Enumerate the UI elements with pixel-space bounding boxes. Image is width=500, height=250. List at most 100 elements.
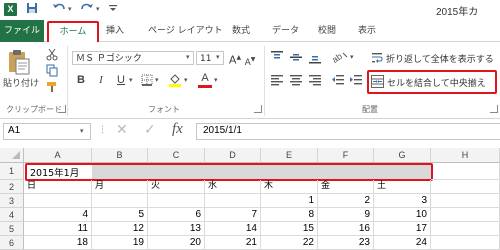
cell-b2[interactable]: 月 bbox=[92, 180, 148, 194]
row-header-2[interactable]: 2 bbox=[0, 180, 24, 194]
paste-button-label[interactable]: 貼り付け bbox=[3, 76, 39, 89]
customize-toolbar-icon[interactable] bbox=[108, 2, 118, 16]
name-box[interactable]: A1 ▾ bbox=[3, 123, 91, 140]
row-header-6[interactable]: 6 bbox=[0, 236, 24, 250]
redo-dropdown-icon[interactable]: ▾ bbox=[96, 2, 100, 16]
cell-c6[interactable]: 20 bbox=[148, 236, 205, 250]
bottom-align-icon[interactable] bbox=[308, 50, 322, 64]
row-header-3[interactable]: 3 bbox=[0, 194, 24, 208]
cell-c3[interactable] bbox=[148, 194, 205, 208]
cell-h4[interactable] bbox=[431, 208, 500, 222]
cell-b4[interactable]: 5 bbox=[92, 208, 148, 222]
increase-font-size-icon[interactable]: A▲ bbox=[228, 51, 242, 68]
italic-button[interactable]: I bbox=[94, 73, 108, 87]
cell-a5[interactable]: 11 bbox=[24, 222, 92, 236]
undo-dropdown-icon[interactable]: ▾ bbox=[68, 2, 72, 16]
cell-a4[interactable]: 4 bbox=[24, 208, 92, 222]
column-header-c[interactable]: C bbox=[148, 148, 205, 163]
column-header-b[interactable]: B bbox=[92, 148, 148, 163]
cell-d3[interactable] bbox=[205, 194, 261, 208]
cell-g3[interactable]: 3 bbox=[374, 194, 431, 208]
cancel-entry-icon[interactable]: ✕ bbox=[116, 122, 128, 138]
orientation-dropdown-icon[interactable]: ▾ bbox=[350, 53, 354, 61]
borders-dropdown-icon[interactable]: ▾ bbox=[155, 76, 159, 84]
cell-g2[interactable]: 土 bbox=[374, 180, 431, 194]
font-color-dropdown-icon[interactable]: ▾ bbox=[214, 76, 218, 84]
cell-h2[interactable] bbox=[431, 180, 500, 194]
cell-d5[interactable]: 14 bbox=[205, 222, 261, 236]
tab-home[interactable]: ホーム bbox=[47, 21, 99, 44]
top-align-icon[interactable] bbox=[270, 50, 284, 64]
font-color-icon[interactable]: A bbox=[198, 71, 212, 85]
paste-icon[interactable] bbox=[4, 48, 32, 76]
name-box-dropdown-icon[interactable]: ▾ bbox=[80, 127, 84, 135]
fill-color-icon[interactable] bbox=[168, 73, 182, 87]
cell-e3[interactable]: 1 bbox=[261, 194, 318, 208]
font-size-dropdown-icon[interactable]: ▾ bbox=[216, 53, 220, 61]
column-header-d[interactable]: D bbox=[205, 148, 261, 163]
borders-icon[interactable] bbox=[141, 74, 153, 86]
cell-b3[interactable] bbox=[92, 194, 148, 208]
column-header-f[interactable]: F bbox=[318, 148, 374, 163]
cell-c5[interactable]: 13 bbox=[148, 222, 205, 236]
cell-f5[interactable]: 16 bbox=[318, 222, 374, 236]
cell-a6[interactable]: 18 bbox=[24, 236, 92, 250]
tab-file[interactable]: ファイル bbox=[0, 20, 44, 42]
tab-page-layout[interactable]: ページ レイアウト bbox=[148, 24, 223, 38]
cell-f3[interactable]: 2 bbox=[318, 194, 374, 208]
tab-review[interactable]: 校閲 bbox=[318, 24, 336, 38]
row-header-1[interactable]: 1 bbox=[0, 163, 24, 180]
clipboard-launcher-icon[interactable] bbox=[58, 105, 66, 113]
tab-insert[interactable]: 挿入 bbox=[106, 24, 124, 38]
underline-button[interactable]: U bbox=[114, 73, 128, 87]
format-painter-icon[interactable] bbox=[45, 80, 59, 94]
cell-e2[interactable]: 木 bbox=[261, 180, 318, 194]
align-center-icon[interactable] bbox=[289, 73, 303, 87]
underline-dropdown-icon[interactable]: ▾ bbox=[129, 76, 133, 84]
merge-center-icon[interactable] bbox=[371, 75, 384, 88]
wrap-text-icon[interactable] bbox=[371, 51, 383, 65]
cut-icon[interactable] bbox=[45, 47, 59, 61]
cell-e6[interactable]: 22 bbox=[261, 236, 318, 250]
cell-f6[interactable]: 23 bbox=[318, 236, 374, 250]
cell-a3[interactable] bbox=[24, 194, 92, 208]
cell-h1[interactable] bbox=[431, 163, 500, 180]
row-header-4[interactable]: 4 bbox=[0, 208, 24, 222]
copy-icon[interactable] bbox=[45, 63, 59, 77]
formula-input[interactable]: 2015/1/1 bbox=[196, 123, 500, 140]
undo-icon[interactable] bbox=[52, 2, 66, 16]
font-name-dropdown-icon[interactable]: ▾ bbox=[186, 53, 190, 61]
orientation-icon[interactable]: ab bbox=[330, 50, 349, 65]
save-icon[interactable] bbox=[26, 2, 38, 16]
cell-c2[interactable]: 火 bbox=[148, 180, 205, 194]
cell-a2[interactable]: 日 bbox=[24, 180, 92, 194]
merge-center-button[interactable]: セルを結合して中央揃え bbox=[387, 76, 486, 89]
tab-data[interactable]: データ bbox=[272, 24, 299, 38]
column-header-a[interactable]: A bbox=[24, 148, 92, 163]
fill-color-dropdown-icon[interactable]: ▾ bbox=[184, 76, 188, 84]
cell-h6[interactable] bbox=[431, 236, 500, 250]
row-header-5[interactable]: 5 bbox=[0, 222, 24, 236]
cell-c4[interactable]: 6 bbox=[148, 208, 205, 222]
increase-indent-icon[interactable] bbox=[349, 73, 363, 87]
decrease-font-size-icon[interactable]: A▼ bbox=[244, 53, 256, 70]
middle-align-icon[interactable] bbox=[289, 50, 303, 64]
cell-g5[interactable]: 17 bbox=[374, 222, 431, 236]
cell-e5[interactable]: 15 bbox=[261, 222, 318, 236]
cell-b6[interactable]: 19 bbox=[92, 236, 148, 250]
font-launcher-icon[interactable] bbox=[254, 105, 262, 113]
cell-h5[interactable] bbox=[431, 222, 500, 236]
insert-function-icon[interactable]: fx bbox=[172, 121, 183, 138]
select-all-corner[interactable] bbox=[0, 148, 24, 163]
align-left-icon[interactable] bbox=[270, 73, 284, 87]
wrap-text-button[interactable]: 折り返して全体を表示する bbox=[386, 52, 494, 65]
cell-d6[interactable]: 21 bbox=[205, 236, 261, 250]
tab-formulas[interactable]: 数式 bbox=[232, 24, 250, 38]
cell-g6[interactable]: 24 bbox=[374, 236, 431, 250]
cell-b5[interactable]: 12 bbox=[92, 222, 148, 236]
cell-h3[interactable] bbox=[431, 194, 500, 208]
bold-button[interactable]: B bbox=[74, 73, 88, 87]
decrease-indent-icon[interactable] bbox=[331, 73, 345, 87]
cell-f4[interactable]: 9 bbox=[318, 208, 374, 222]
column-header-e[interactable]: E bbox=[261, 148, 318, 163]
